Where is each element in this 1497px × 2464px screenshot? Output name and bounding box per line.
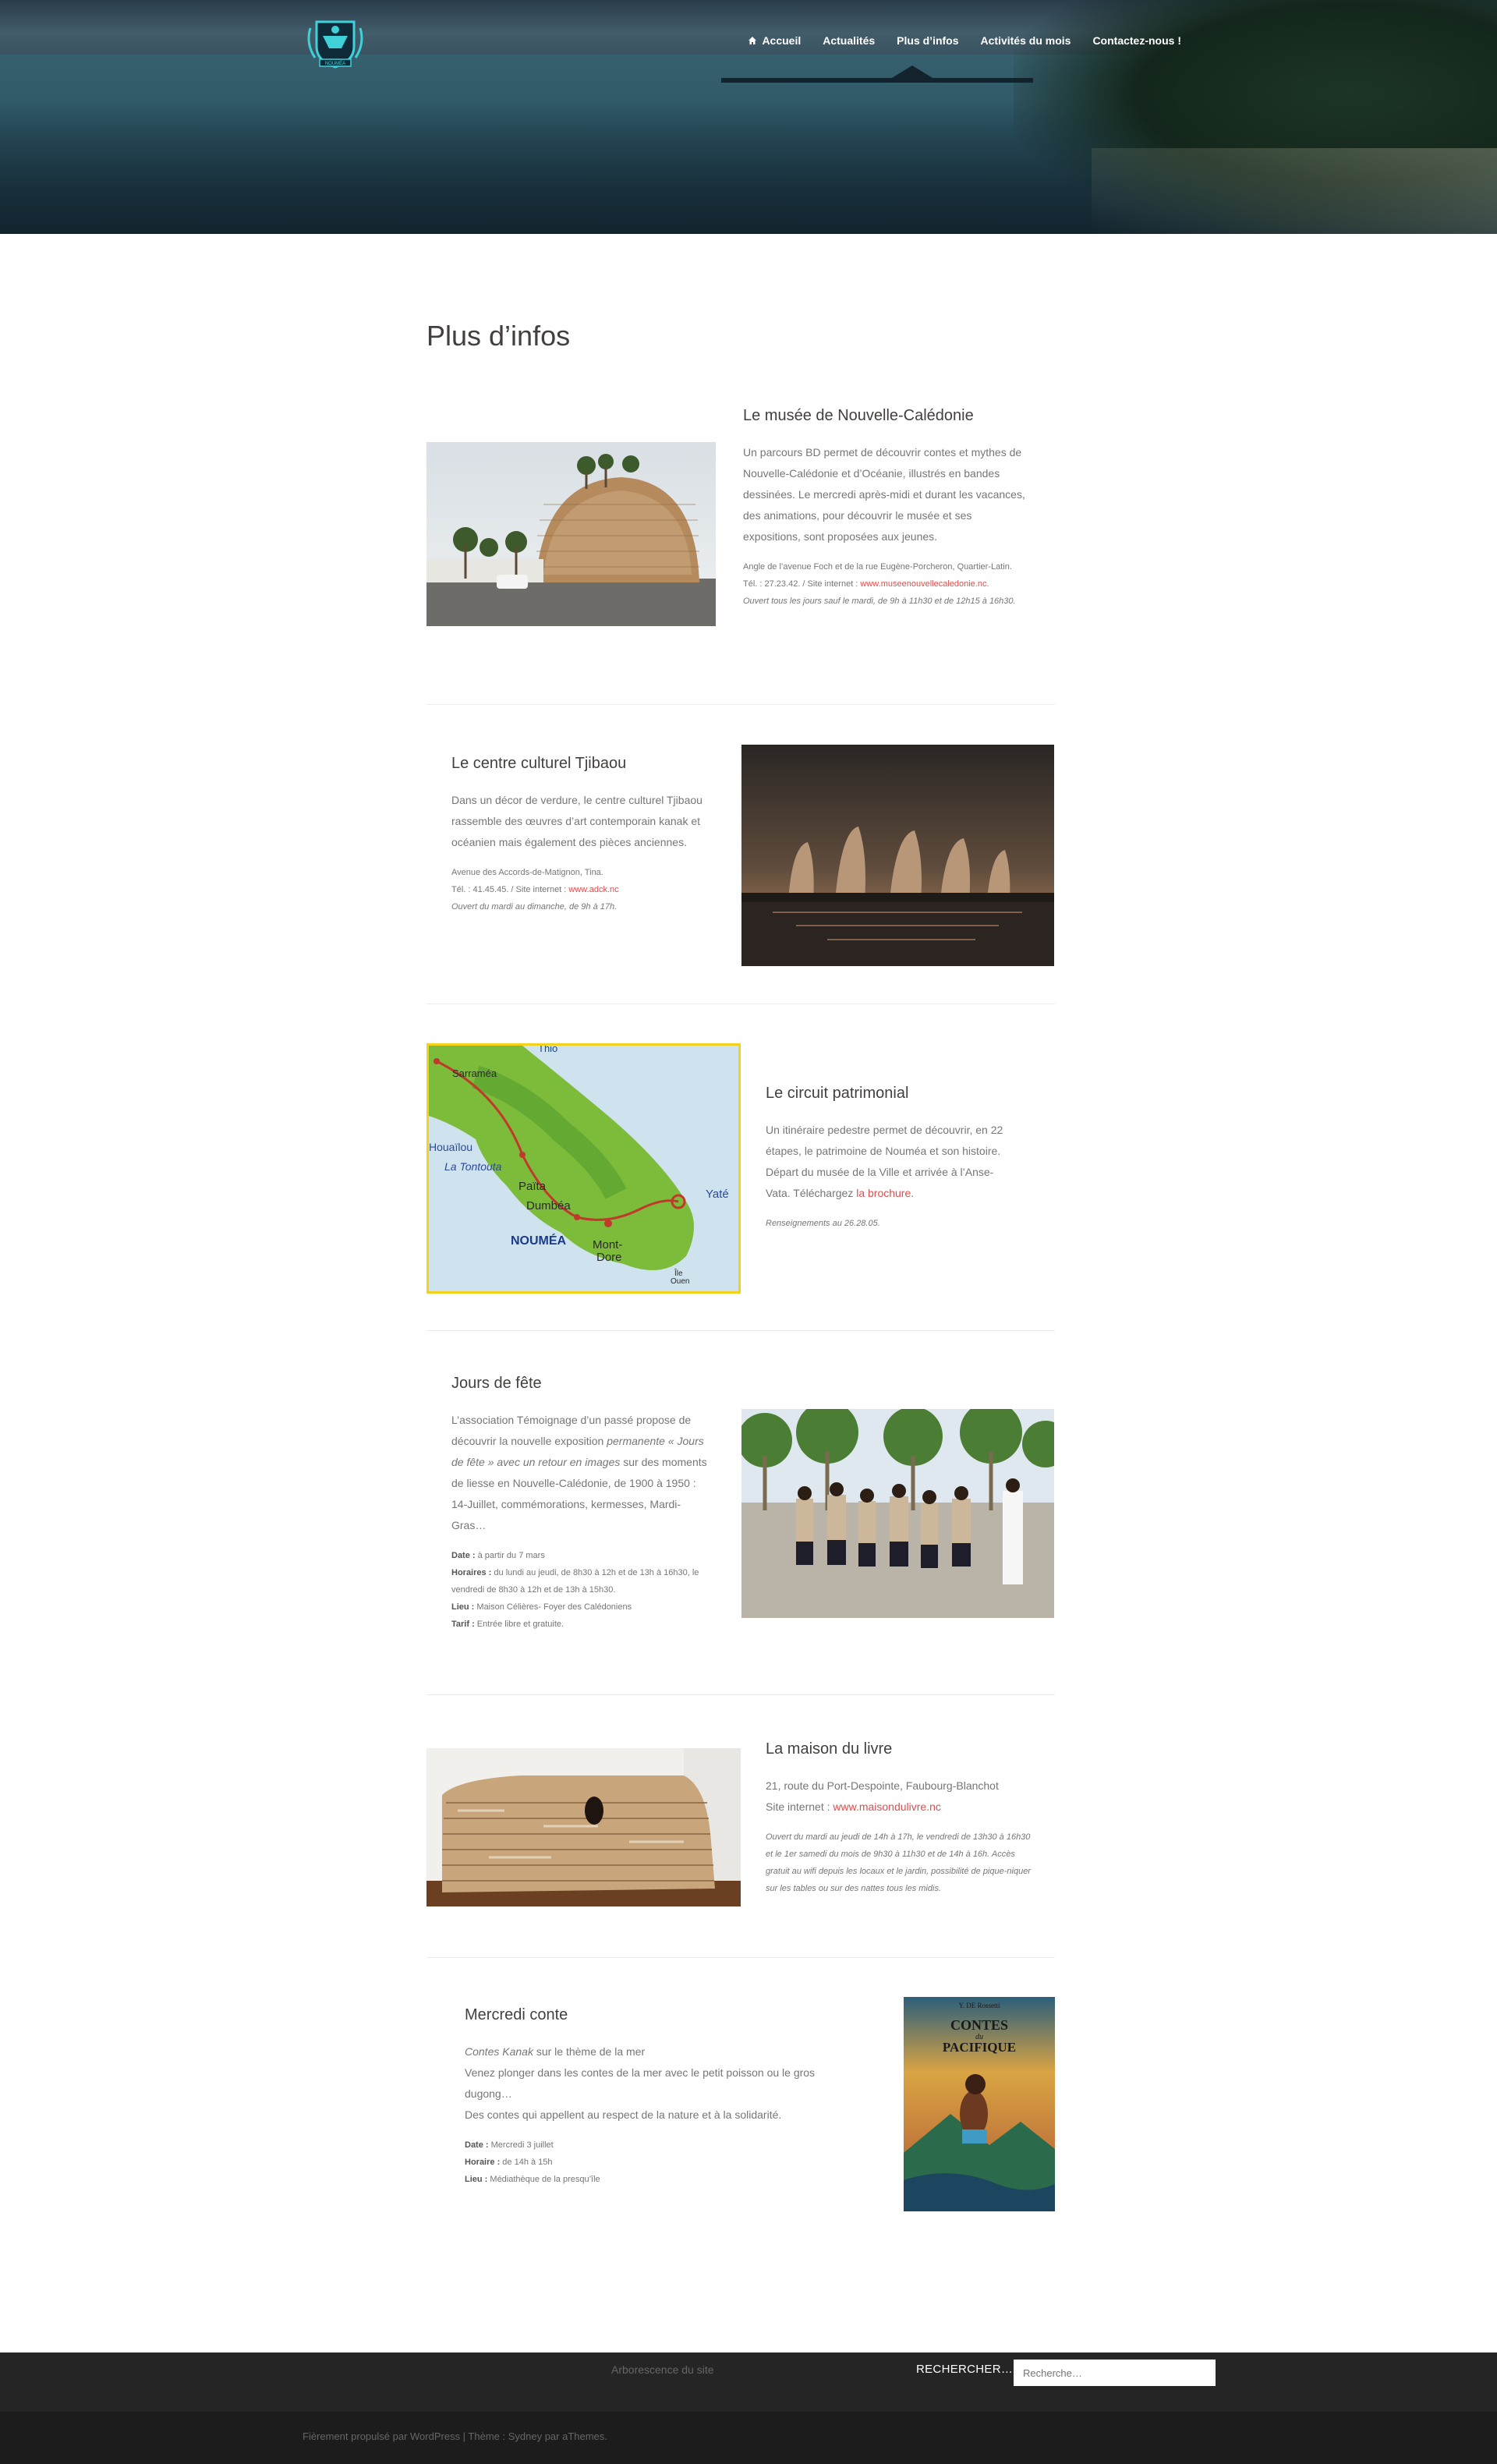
home-icon: [748, 37, 757, 44]
svg-text:Sarraméa: Sarraméa: [452, 1067, 497, 1079]
musee-photo: [426, 442, 716, 626]
entry-circuit: Le circuit patrimonial Un itinéraire ped…: [766, 1085, 1015, 1232]
entry-description: Un parcours BD permet de découvrir conte…: [743, 446, 1025, 543]
svg-text:La Tontouta: La Tontouta: [444, 1160, 502, 1173]
entry-description: Contes Kanak sur le thème de la mer Vene…: [465, 2045, 816, 2121]
contes-book-cover: Y. DE Rossetti CONTES du PACIFIQUE: [904, 1997, 1055, 2211]
svg-text:Ouen: Ouen: [671, 1277, 689, 1286]
svg-text:Yaté: Yaté: [706, 1188, 729, 1201]
entry-description: Dans un décor de verdure, le centre cult…: [451, 794, 702, 848]
svg-text:Thio: Thio: [538, 1046, 557, 1054]
entry-details: Angle de l’avenue Foch et de la rue Eugè…: [743, 562, 1016, 606]
entry-note: Renseignements au 26.28.05.: [766, 1219, 880, 1228]
footer-widgets: Arborescence du site RECHERCHER…: [0, 2352, 1497, 2412]
divider: [426, 1957, 1055, 1958]
svg-text:Païta: Païta: [518, 1180, 547, 1193]
divider: [426, 1330, 1055, 1331]
search-input[interactable]: [1014, 2360, 1216, 2386]
book-author: Y. DE Rossetti: [958, 2002, 1000, 2009]
main-nav: Accueil Actualités Plus d’infos Activité…: [748, 34, 1181, 47]
nav-actualites[interactable]: Actualités: [823, 34, 875, 47]
entry-hours: Ouvert du mardi au jeudi de 14h à 17h, l…: [766, 1832, 1031, 1893]
entry-details: Date : Mercredi 3 juillet Horaire : de 1…: [465, 2140, 600, 2184]
tjibaou-photo: [741, 745, 1054, 966]
circuit-map: Thio Sarraméa Houaïlou La Tontouta Païta…: [426, 1043, 741, 1294]
entry-musee: Le musée de Nouvelle-Calédonie Un parcou…: [743, 407, 1028, 610]
entry-address: 21, route du Port-Despointe, Faubourg-Bl…: [766, 1779, 999, 1813]
site-logo[interactable]: NOUMÉA: [303, 12, 368, 72]
hero-header: NOUMÉA Accueil Actualités Plus d’infos A…: [0, 0, 1497, 234]
site-info: Fièrement propulsé par WordPress | Thème…: [0, 2412, 1497, 2464]
book-title-3: PACIFIQUE: [943, 2040, 1016, 2055]
entry-hours: Ouvert du mardi au dimanche, de 9h à 17h…: [451, 902, 618, 912]
maison-du-livre-photo: [426, 1748, 741, 1906]
hero-beach: [1092, 148, 1497, 234]
maison-du-livre-link[interactable]: www.maisondulivre.nc: [833, 1800, 941, 1813]
entry-details: Avenue des Accords-de-Matignon, Tina. Té…: [451, 868, 619, 912]
svg-text:Dore: Dore: [596, 1251, 622, 1264]
brochure-link[interactable]: la brochure: [856, 1187, 911, 1199]
svg-text:Houaïlou: Houaïlou: [429, 1141, 472, 1153]
logo-text: NOUMÉA: [325, 61, 345, 66]
book-title-1: CONTES: [950, 2017, 1008, 2033]
entry-jours-de-fete: Jours de fête L’association Témoignage d…: [451, 1375, 713, 1633]
entry-title: Jours de fête: [451, 1375, 542, 1392]
musee-website-link[interactable]: www.museenouvellecaledonie.nc: [860, 579, 986, 589]
svg-text:NOUMÉA: NOUMÉA: [511, 1233, 567, 1248]
entry-tjibaou: Le centre culturel Tjibaou Dans un décor…: [451, 755, 713, 915]
entry-title: Mercredi conte: [465, 2006, 568, 2023]
entry-title: Le musée de Nouvelle-Calédonie: [743, 407, 974, 424]
entry-details: Date : à partir du 7 mars Horaires : du …: [451, 1551, 699, 1629]
entry-title: Le circuit patrimonial: [766, 1085, 909, 1102]
nav-contactez-nous[interactable]: Contactez-nous !: [1092, 34, 1181, 47]
nav-activites-du-mois[interactable]: Activités du mois: [981, 34, 1071, 47]
entry-title: La maison du livre: [766, 1740, 893, 1758]
search-label: RECHERCHER…: [916, 2363, 1014, 2376]
page-title: Plus d’infos: [426, 320, 571, 352]
svg-text:Mont-: Mont-: [593, 1238, 622, 1251]
entry-title: Le centre culturel Tjibaou: [451, 755, 627, 772]
entry-description: Un itinéraire pedestre permet de découvr…: [766, 1124, 1003, 1199]
divider: [426, 1694, 1055, 1695]
nav-accueil[interactable]: Accueil: [748, 34, 801, 47]
nav-plus-infos[interactable]: Plus d’infos: [897, 34, 958, 47]
tjibaou-website-link[interactable]: www.adck.nc: [568, 885, 618, 894]
sitemap-link[interactable]: Arborescence du site: [611, 2363, 714, 2376]
nav-label: Accueil: [762, 34, 802, 47]
svg-text:Dumbéa: Dumbéa: [526, 1199, 571, 1213]
entry-hours: Ouvert tous les jours sauf le mardi, de …: [743, 597, 1016, 606]
credits-text: Fièrement propulsé par WordPress | Thème…: [303, 2430, 607, 2442]
entry-description: L’association Témoignage d’un passé prop…: [451, 1414, 707, 1531]
entry-maison-du-livre: La maison du livre 21, route du Port-Des…: [766, 1740, 1031, 1897]
divider: [426, 704, 1055, 705]
hero-pier: [721, 78, 1033, 114]
parade-photo: [741, 1409, 1054, 1618]
entry-mercredi-conte: Mercredi conte Contes Kanak sur le thème…: [465, 2006, 855, 2188]
